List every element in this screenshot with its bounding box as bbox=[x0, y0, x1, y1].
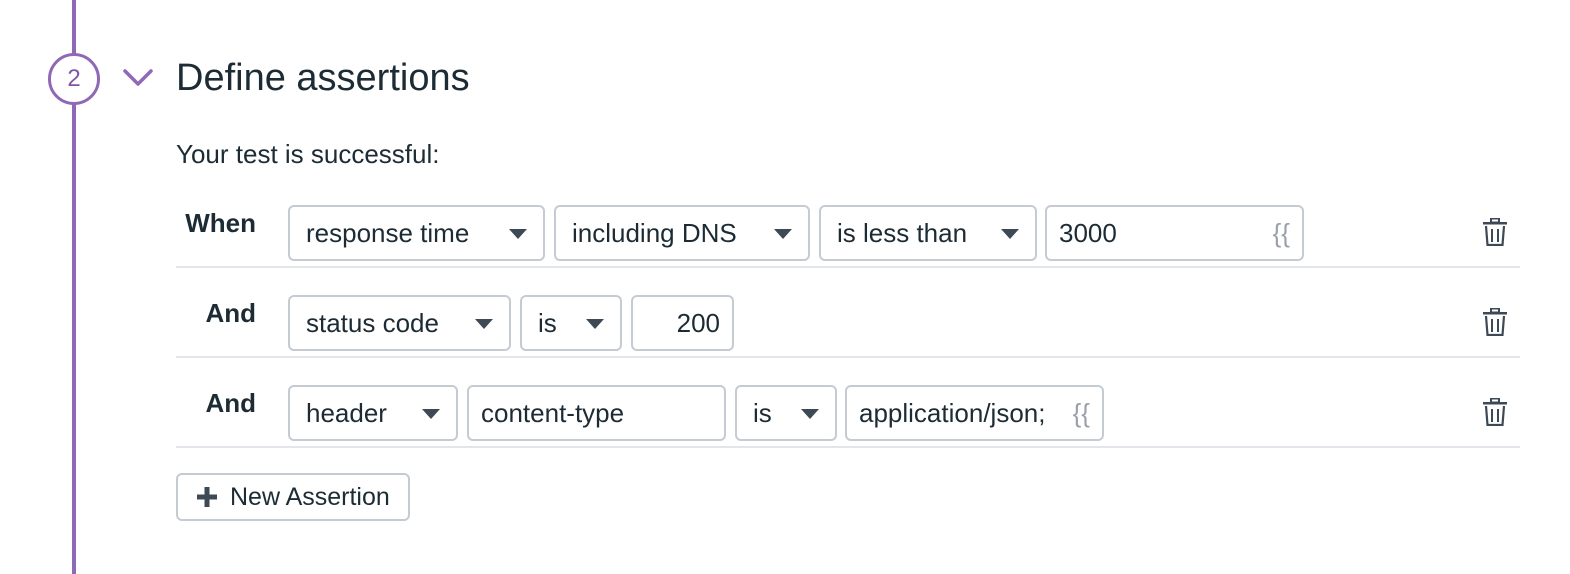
caret-down-icon bbox=[422, 409, 440, 419]
operator-select[interactable]: is bbox=[520, 295, 622, 351]
header-name-input[interactable]: content-type bbox=[467, 385, 726, 441]
operator-select[interactable]: is bbox=[735, 385, 837, 441]
target-value-input[interactable]: 200 bbox=[631, 295, 734, 351]
assertion-type-value: response time bbox=[306, 218, 470, 248]
dns-option-select[interactable]: including DNS bbox=[554, 205, 810, 261]
trash-icon[interactable] bbox=[1482, 218, 1508, 246]
caret-down-icon bbox=[774, 229, 792, 239]
assertion-label: When bbox=[185, 208, 256, 238]
target-value-input[interactable]: application/json; {{ bbox=[845, 385, 1104, 441]
variable-braces-icon[interactable]: {{ bbox=[1073, 387, 1090, 439]
assertion-label: And bbox=[205, 388, 256, 418]
assertion-type-select[interactable]: response time bbox=[288, 205, 545, 261]
caret-down-icon bbox=[801, 409, 819, 419]
caret-down-icon bbox=[509, 229, 527, 239]
dns-option-value: including DNS bbox=[572, 218, 737, 248]
operator-value: is bbox=[753, 398, 772, 428]
operator-value: is less than bbox=[837, 218, 968, 248]
step-number-badge: 2 bbox=[48, 53, 100, 105]
target-value: 3000 bbox=[1059, 218, 1117, 248]
assertion-type-value: header bbox=[306, 398, 387, 428]
target-value: application/json; bbox=[859, 398, 1046, 428]
new-assertion-label: New Assertion bbox=[230, 482, 390, 511]
trash-icon[interactable] bbox=[1482, 308, 1508, 336]
assertion-type-value: status code bbox=[306, 308, 439, 338]
caret-down-icon bbox=[586, 319, 604, 329]
trash-icon[interactable] bbox=[1482, 398, 1508, 426]
operator-value: is bbox=[538, 308, 557, 338]
assertion-row: And header content-type is application/j… bbox=[176, 358, 1520, 448]
step-number: 2 bbox=[67, 65, 81, 92]
target-value-input[interactable]: 3000 {{ bbox=[1045, 205, 1304, 261]
assertion-row: And status code is 200 bbox=[176, 268, 1520, 358]
plus-icon bbox=[197, 487, 217, 507]
chevron-down-icon[interactable] bbox=[122, 62, 154, 94]
assertion-row: When response time including DNS is less… bbox=[176, 178, 1520, 268]
caret-down-icon bbox=[475, 319, 493, 329]
variable-braces-icon[interactable]: {{ bbox=[1273, 207, 1290, 259]
section-title: Define assertions bbox=[176, 57, 470, 99]
caret-down-icon bbox=[1001, 229, 1019, 239]
header-name-value: content-type bbox=[481, 398, 625, 428]
target-value: 200 bbox=[676, 308, 720, 338]
success-description: Your test is successful: bbox=[176, 139, 440, 169]
assertion-type-select[interactable]: header bbox=[288, 385, 458, 441]
assertion-label: And bbox=[205, 298, 256, 328]
operator-select[interactable]: is less than bbox=[819, 205, 1037, 261]
assertion-type-select[interactable]: status code bbox=[288, 295, 511, 351]
new-assertion-button[interactable]: New Assertion bbox=[176, 473, 410, 521]
